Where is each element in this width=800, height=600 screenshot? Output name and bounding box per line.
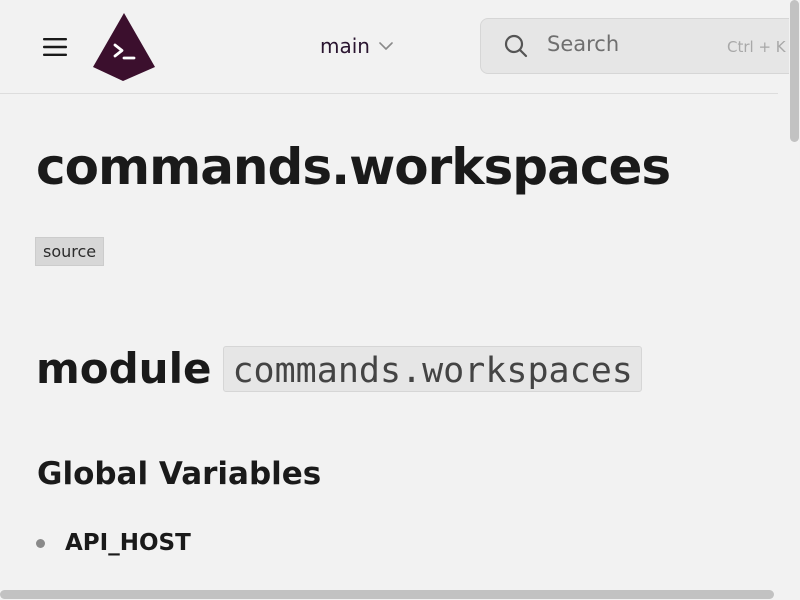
- branch-label: main: [320, 34, 370, 58]
- docs-page: main Search Ctrl + K commands.workspaces…: [0, 0, 800, 600]
- vertical-scrollbar-thumb[interactable]: [790, 0, 799, 142]
- vertical-scrollbar[interactable]: [789, 0, 800, 600]
- search-box[interactable]: Search Ctrl + K: [480, 18, 800, 74]
- chevron-down-icon: [379, 42, 393, 50]
- global-variables-heading: Global Variables: [37, 456, 322, 492]
- horizontal-scrollbar[interactable]: [0, 588, 789, 600]
- search-shortcut-hint: Ctrl + K: [727, 38, 786, 56]
- global-variables-list: API_HOST: [36, 530, 191, 556]
- logo[interactable]: [92, 12, 156, 82]
- branch-selector[interactable]: main: [320, 32, 394, 60]
- list-item: API_HOST: [36, 530, 191, 556]
- bullet-icon: [36, 538, 45, 548]
- hamburger-menu-icon: [43, 38, 67, 56]
- search-placeholder: Search: [547, 32, 620, 56]
- variable-name: API_HOST: [65, 530, 191, 556]
- page-title: commands.workspaces: [36, 138, 671, 196]
- source-link[interactable]: source: [35, 237, 105, 266]
- module-name: commands.workspaces: [223, 345, 642, 392]
- terminal-prompt-icon: [93, 13, 155, 81]
- module-keyword: module: [36, 344, 212, 393]
- search-icon: [504, 34, 528, 58]
- module-heading: module commands.workspaces: [36, 344, 642, 393]
- horizontal-scrollbar-thumb[interactable]: [0, 590, 774, 599]
- menu-button[interactable]: [40, 34, 70, 60]
- top-bar: main Search Ctrl + K: [0, 0, 800, 94]
